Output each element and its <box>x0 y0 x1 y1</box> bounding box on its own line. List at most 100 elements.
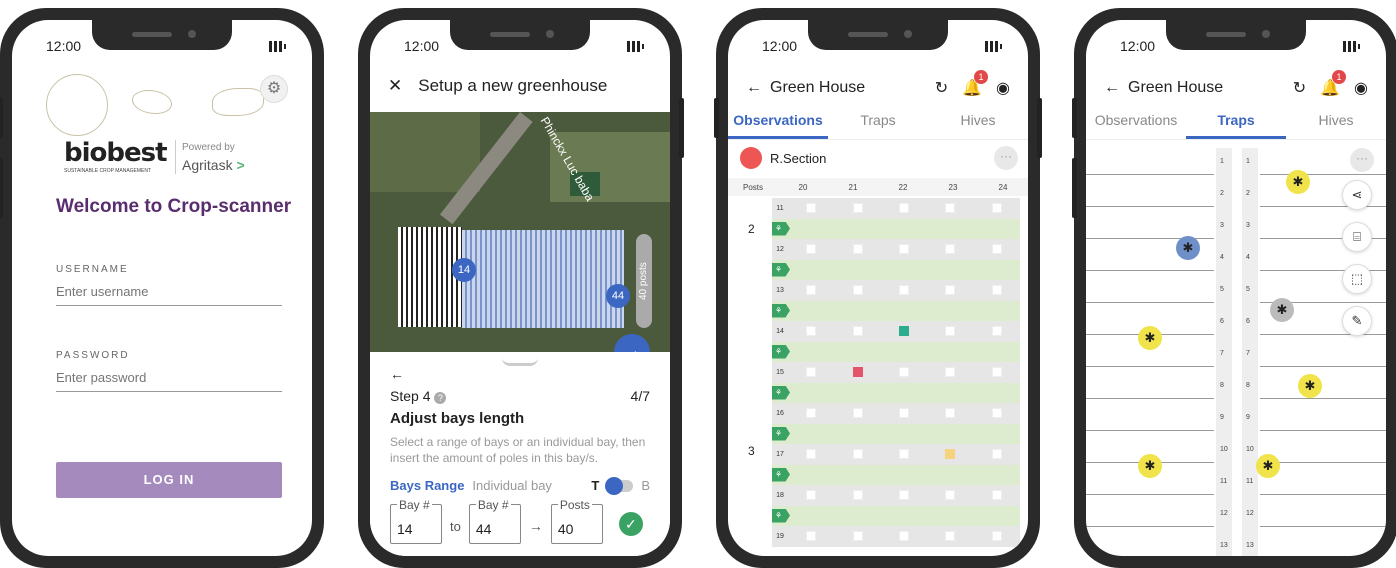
observation-mark[interactable] <box>852 367 863 378</box>
individual-bay-tab[interactable]: Individual bay <box>472 478 552 493</box>
password-input[interactable] <box>56 368 282 392</box>
observation-cell[interactable] <box>898 244 909 255</box>
observation-cell[interactable] <box>945 531 956 542</box>
trap-spider-icon[interactable]: ✱ <box>1138 326 1162 350</box>
observation-cell[interactable] <box>991 326 1002 337</box>
bay-row[interactable]: ⚘ <box>772 382 1020 403</box>
observation-cell[interactable] <box>945 285 956 296</box>
observation-cell[interactable] <box>991 531 1002 542</box>
bay-row[interactable]: ⚘ <box>772 464 1020 485</box>
bay-end-marker[interactable]: 44 <box>606 284 630 308</box>
observation-cell[interactable] <box>991 490 1002 501</box>
observation-cell[interactable] <box>991 449 1002 460</box>
observation-cell[interactable] <box>945 203 956 214</box>
observation-cell[interactable] <box>806 449 817 460</box>
bay-start-marker[interactable]: 14 <box>452 258 476 282</box>
selected-bays[interactable] <box>462 230 624 328</box>
observation-cell[interactable] <box>991 203 1002 214</box>
observation-cell[interactable] <box>806 326 817 337</box>
confirm-check-icon[interactable]: ✓ <box>618 512 643 536</box>
trap-spider-icon[interactable]: ✱ <box>1138 454 1162 478</box>
observation-cell[interactable] <box>945 326 956 337</box>
close-icon[interactable]: ✕ <box>388 76 402 96</box>
observation-mark[interactable] <box>945 449 956 460</box>
observation-cell[interactable] <box>991 285 1002 296</box>
observation-cell[interactable] <box>898 367 909 378</box>
observation-cell[interactable] <box>806 203 817 214</box>
sheet-handle[interactable] <box>502 358 538 366</box>
trap-spider-icon[interactable]: ✱ <box>1298 374 1322 398</box>
edit-pencil-icon[interactable]: ✎ <box>1342 306 1372 336</box>
observation-cell[interactable] <box>806 408 817 419</box>
observation-cell[interactable] <box>852 285 863 296</box>
bay-row[interactable]: ⚘ <box>772 218 1020 239</box>
login-button[interactable]: LOG IN <box>56 462 282 498</box>
tab-hives[interactable]: Hives <box>1286 108 1386 139</box>
observation-cell[interactable] <box>852 326 863 337</box>
observation-cell[interactable] <box>806 244 817 255</box>
sync-icon[interactable]: ↻ <box>1293 78 1306 98</box>
bay-row[interactable]: ⚘ <box>772 505 1020 526</box>
tab-observations[interactable]: Observations <box>1086 108 1186 139</box>
observation-cell[interactable] <box>852 203 863 214</box>
posts-field[interactable]: Posts 40 <box>550 498 603 544</box>
orientation-toggle[interactable] <box>605 476 634 495</box>
back-arrow-icon[interactable]: ← <box>390 366 404 382</box>
observation-cell[interactable] <box>898 408 909 419</box>
bay-row[interactable]: ⚘ <box>772 259 1020 280</box>
observation-cell[interactable] <box>898 531 909 542</box>
observation-cell[interactable] <box>806 285 817 296</box>
observation-cell[interactable] <box>945 367 956 378</box>
observation-cell[interactable] <box>806 531 817 542</box>
location-target-icon[interactable]: ◉ <box>1354 78 1368 98</box>
observation-cell[interactable] <box>898 203 909 214</box>
location-target-icon[interactable]: ◉ <box>996 78 1010 98</box>
observation-cell[interactable] <box>806 367 817 378</box>
observation-cell[interactable] <box>852 490 863 501</box>
back-arrow-icon[interactable]: ← <box>1104 79 1120 97</box>
select-area-icon[interactable]: ⬚ <box>1342 264 1372 294</box>
bay-row[interactable]: ⚘ <box>772 300 1020 321</box>
tab-observations[interactable]: Observations <box>728 108 828 139</box>
observation-cell[interactable] <box>852 408 863 419</box>
from-bay-field[interactable]: Bay # 14 <box>390 498 442 544</box>
trap-spider-icon[interactable]: ✱ <box>1176 236 1200 260</box>
bays-range-tab[interactable]: Bays Range <box>390 478 464 493</box>
trap-map[interactable]: ✱ ✱ ✱ ✱ ✱ ✱ ✱ 1 1 2 2 3 3 4 4 5 5 6 6 7 7 8 8 9 9 10 10 11 11… <box>1086 148 1386 556</box>
observation-cell[interactable] <box>898 449 909 460</box>
section-row[interactable]: R.Section ··· <box>728 140 1028 176</box>
scan-icon[interactable]: ⌸ <box>1342 222 1372 252</box>
more-options-icon[interactable]: ··· <box>1350 148 1374 172</box>
observation-cell[interactable] <box>991 408 1002 419</box>
username-input[interactable] <box>56 282 282 306</box>
observation-cell[interactable] <box>991 244 1002 255</box>
more-options-icon[interactable]: ··· <box>994 146 1018 170</box>
observation-cell[interactable] <box>852 244 863 255</box>
back-arrow-icon[interactable]: ← <box>746 79 762 97</box>
observation-cell[interactable] <box>898 285 909 296</box>
trap-spider-icon[interactable]: ✱ <box>1270 298 1294 322</box>
tab-traps[interactable]: Traps <box>1186 108 1286 139</box>
tab-traps[interactable]: Traps <box>828 108 928 139</box>
to-bay-field[interactable]: Bay # 44 <box>468 498 521 544</box>
trap-spider-icon[interactable]: ✱ <box>1256 454 1280 478</box>
sync-icon[interactable]: ↻ <box>935 78 948 98</box>
observation-cell[interactable] <box>852 531 863 542</box>
bay-row[interactable]: ⚘ <box>772 423 1020 444</box>
share-icon[interactable]: ⋖ <box>1342 180 1372 210</box>
observation-cell[interactable] <box>898 490 909 501</box>
observation-cell[interactable] <box>945 490 956 501</box>
tab-hives[interactable]: Hives <box>928 108 1028 139</box>
observation-mark[interactable] <box>898 326 909 337</box>
observation-cell[interactable] <box>806 490 817 501</box>
bay-row[interactable]: ⚘ <box>772 341 1020 362</box>
observation-cell[interactable] <box>945 244 956 255</box>
observation-cell[interactable] <box>945 408 956 419</box>
observation-cell[interactable] <box>852 449 863 460</box>
trap-spider-icon[interactable]: ✱ <box>1286 170 1310 194</box>
settings-gear-icon[interactable]: ⚙ <box>260 75 288 103</box>
notification-bell-icon[interactable]: 🔔 1 <box>1320 70 1347 98</box>
help-icon[interactable]: ? <box>434 392 447 404</box>
observation-cell[interactable] <box>991 367 1002 378</box>
satellite-map[interactable]: Phinckx Luc baba 14 44 40 posts <box>370 112 670 352</box>
